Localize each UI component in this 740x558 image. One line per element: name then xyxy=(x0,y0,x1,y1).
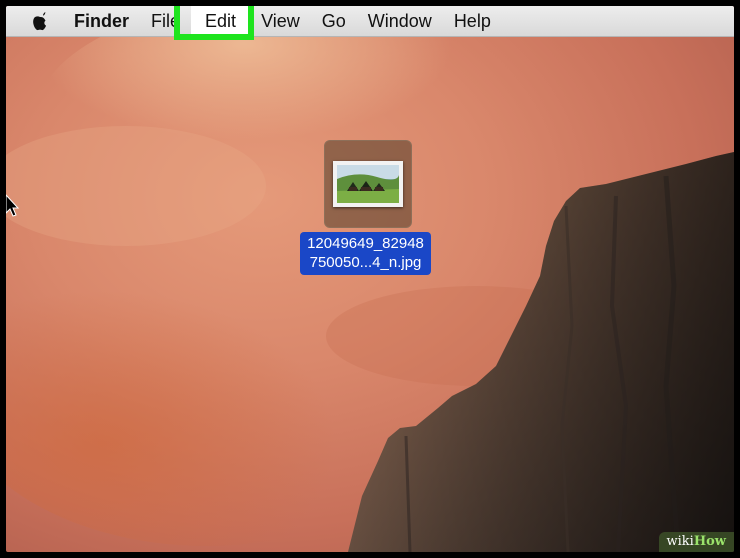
watermark-wiki: wiki xyxy=(666,534,694,549)
mouse-pointer-icon xyxy=(6,194,20,218)
apple-logo-icon[interactable] xyxy=(30,10,50,32)
menu-finder[interactable]: Finder xyxy=(70,6,140,36)
menu-edit[interactable]: Edit xyxy=(191,6,251,36)
file-name-line-2: 750050...4_n.jpg xyxy=(309,254,422,271)
menu-go[interactable]: Go xyxy=(311,6,357,36)
screen: Finder File Edit View Go Window Help 120 xyxy=(6,6,734,552)
menu-bar: Finder File Edit View Go Window Help xyxy=(6,6,734,37)
menu-file[interactable]: File xyxy=(140,6,191,36)
image-file-icon[interactable] xyxy=(324,140,412,228)
menu-window[interactable]: Window xyxy=(357,6,443,36)
file-name-label[interactable]: 12049649_82948 750050...4_n.jpg xyxy=(300,232,431,275)
desktop-wallpaper xyxy=(6,6,734,552)
menu-help[interactable]: Help xyxy=(443,6,502,36)
file-name-line-1: 12049649_82948 xyxy=(307,235,424,252)
file-thumbnail xyxy=(333,161,403,207)
menu-view[interactable]: View xyxy=(250,6,311,36)
wikihow-watermark: wikiHow xyxy=(658,532,734,552)
watermark-how: How xyxy=(693,534,726,549)
